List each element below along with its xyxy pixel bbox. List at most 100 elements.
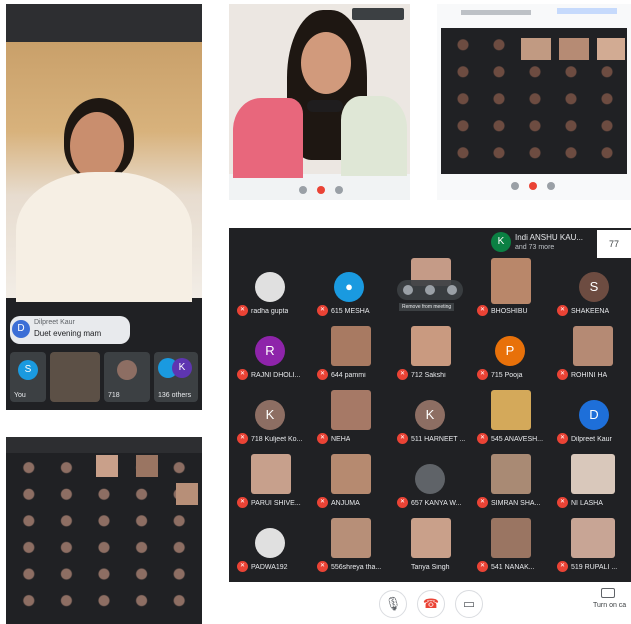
participants-count-button[interactable]: 77: [597, 230, 631, 258]
participant-video: [559, 38, 589, 60]
participant-tile[interactable]: ✕ 556shreya tha...: [309, 514, 389, 578]
meeting-header: K Indi ANSHU KAU... and 73 more 77: [229, 228, 631, 258]
participant-tile[interactable]: Remove from meeting: [389, 258, 469, 322]
mic-off-icon: ✕: [557, 433, 568, 444]
camera-icon[interactable]: [547, 182, 555, 190]
meeting-controls-overlay[interactable]: [307, 100, 343, 112]
others-tile[interactable]: K 136 others: [154, 352, 198, 402]
hang-up-button[interactable]: ☎: [417, 590, 445, 618]
avatar: K: [255, 400, 285, 430]
participant-tile[interactable]: [50, 352, 100, 402]
participant-tile[interactable]: ✕ NI LASHA: [549, 450, 629, 514]
camera-icon: ▭: [462, 596, 476, 611]
participant-video: [176, 483, 198, 505]
avatar: S: [579, 272, 609, 302]
participant-video: [136, 455, 158, 477]
mic-off-icon: ✕: [557, 305, 568, 316]
participant-name: RAJNI DHOLI...: [251, 372, 301, 379]
participant-name: 657 KANYA W...: [411, 500, 462, 507]
mic-off-icon: ✕: [397, 497, 408, 508]
participant-video: [597, 38, 625, 60]
mic-icon[interactable]: [511, 182, 519, 190]
participant-tile[interactable]: R ✕ RAJNI DHOLI...: [229, 322, 309, 386]
participant-name: Tanya Singh: [411, 564, 450, 571]
mic-off-icon: ✕: [317, 369, 328, 380]
participant-tile[interactable]: ● ✕ 615 MESHA: [309, 258, 389, 322]
participant-tile[interactable]: ✕ 712 Sakshi: [389, 322, 469, 386]
participant-name: NEHA: [331, 436, 351, 443]
avatar: S: [18, 360, 38, 380]
participant-tile[interactable]: ✕ ROHINI HA: [549, 322, 629, 386]
participant-name: 556shreya tha...: [331, 564, 382, 571]
participant-name: 718 Kuljeet Ko...: [251, 436, 303, 443]
participant-name: 511 HARNEET ...: [411, 436, 466, 443]
video-call-grid-panel-small: [6, 437, 202, 624]
meeting-title: [461, 10, 531, 15]
participant-video: [331, 454, 371, 494]
mic-off-icon: ✕: [317, 561, 328, 572]
participant-tile[interactable]: ✕ 545 ANAVESH...: [469, 386, 549, 450]
participant-name: Dilpreet Kaur: [571, 436, 612, 443]
hang-up-icon[interactable]: [317, 186, 325, 194]
participant-tile[interactable]: ✕ SIMRAN SHA...: [469, 450, 549, 514]
participant-tile[interactable]: ✕ PARUI SHIVE...: [229, 450, 309, 514]
avatar: ●: [334, 272, 364, 302]
avatar: P: [495, 336, 525, 366]
participant-video: [521, 38, 551, 60]
participant-tile[interactable]: ✕ ANJUMA: [309, 450, 389, 514]
participant-tile[interactable]: S ✕ SHAKEENA: [549, 258, 629, 322]
participant-grid: ✕ radha gupta ● ✕ 615 MESHA Remove from …: [229, 258, 631, 582]
participant-name: 715 Pooja: [491, 372, 523, 379]
participant-video: [571, 454, 615, 494]
participant-name: PADWA192: [251, 564, 288, 571]
participant-tile[interactable]: K ✕ 718 Kuljeet Ko...: [229, 386, 309, 450]
participant-name: ANJUMA: [331, 500, 360, 507]
self-view-thumbnail[interactable]: [352, 8, 404, 20]
participant-video: [331, 518, 371, 558]
participant-tile[interactable]: ✕ 657 KANYA W...: [389, 450, 469, 514]
participant-tile[interactable]: ✕ NEHA: [309, 386, 389, 450]
remove-icon[interactable]: [447, 285, 457, 295]
mute-icon[interactable]: [425, 285, 435, 295]
participant-video: [96, 455, 118, 477]
chat-sender-name: Dilpreet Kaur: [34, 319, 75, 326]
participant-tile[interactable]: ✕ 644 pammi: [309, 322, 389, 386]
mic-off-icon: ✕: [557, 369, 568, 380]
participant-tile[interactable]: ✕ 519 RUPALI ...: [549, 514, 629, 578]
participant-name: 519 RUPALI ...: [571, 564, 618, 571]
participant-video: [251, 454, 291, 494]
video-call-speaker-panel: D Dilpreet Kaur Duet evening mam S You 7…: [6, 4, 202, 410]
participant-name: 545 ANAVESH...: [491, 436, 544, 443]
participant-tile[interactable]: 718: [104, 352, 150, 402]
participant-tile[interactable]: Tanya Singh: [389, 514, 469, 578]
participant-tile[interactable]: ✕ 541 NANAK...: [469, 514, 549, 578]
avatar: [415, 464, 445, 494]
camera-icon[interactable]: [335, 186, 343, 194]
mic-off-icon: ✕: [317, 497, 328, 508]
captions-label[interactable]: Turn on ca: [593, 602, 626, 609]
mic-button[interactable]: 🎙: [379, 590, 407, 618]
browser-tabs: [557, 8, 617, 14]
participant-video: [491, 454, 531, 494]
avatar: D: [12, 320, 30, 338]
grid-header: [6, 437, 202, 453]
participant-tile[interactable]: ✕ radha gupta: [229, 258, 309, 322]
participant-name: 712 Sakshi: [411, 372, 446, 379]
avatar: [255, 528, 285, 558]
participant-name: 541 NANAK...: [491, 564, 535, 571]
chat-notification[interactable]: D Dilpreet Kaur Duet evening mam: [10, 316, 130, 344]
participant-tile[interactable]: P ✕ 715 Pooja: [469, 322, 549, 386]
hang-up-icon[interactable]: [529, 182, 537, 190]
mic-icon[interactable]: [299, 186, 307, 194]
mic-off-icon: ✕: [237, 305, 248, 316]
self-tile[interactable]: S You: [10, 352, 46, 402]
participant-tile[interactable]: ✕ PADWA192: [229, 514, 309, 578]
presenter-video: [229, 4, 410, 178]
pin-icon[interactable]: [403, 285, 413, 295]
participant-tile[interactable]: ✕ BHOSHIBU: [469, 258, 549, 322]
participant-tile[interactable]: K ✕ 511 HARNEET ...: [389, 386, 469, 450]
participant-tile[interactable]: D ✕ Dilpreet Kaur: [549, 386, 629, 450]
avatar: R: [255, 336, 285, 366]
camera-button[interactable]: ▭: [455, 590, 483, 618]
captions-icon[interactable]: [601, 588, 615, 598]
